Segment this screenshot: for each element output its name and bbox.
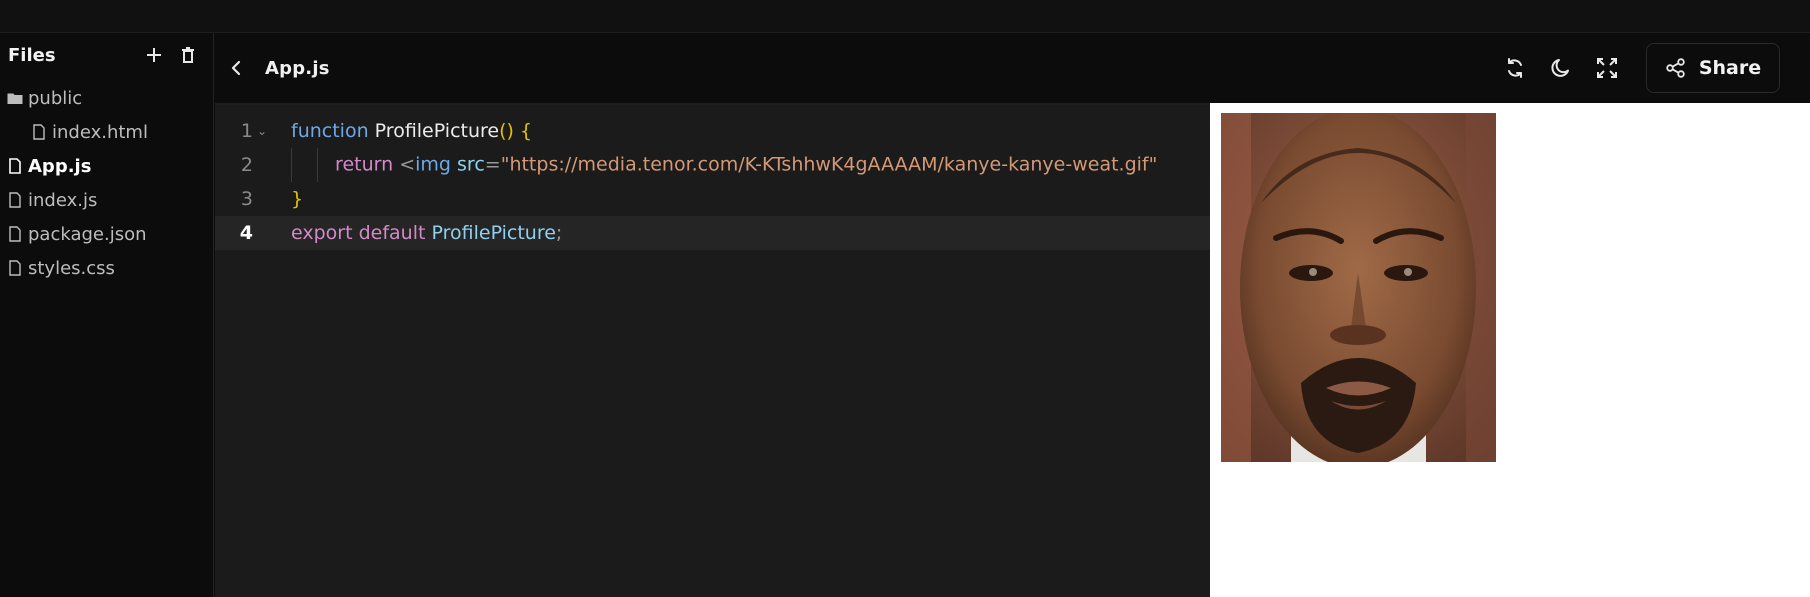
- share-icon: [1666, 58, 1685, 78]
- line-number: 2: [240, 154, 253, 176]
- tree-item-label: App.js: [28, 155, 92, 177]
- tree-item-label: index.html: [52, 121, 148, 143]
- file-icon: [6, 157, 24, 175]
- share-label: Share: [1698, 57, 1762, 79]
- share-button[interactable]: Share: [1646, 43, 1780, 93]
- fullscreen-icon[interactable]: [1590, 51, 1624, 85]
- jsx-tag: img: [415, 153, 451, 176]
- files-header: Files: [0, 33, 213, 77]
- chevron-left-icon[interactable]: [221, 53, 251, 83]
- keyword: function: [291, 120, 369, 142]
- jsx-attribute: src: [457, 153, 485, 176]
- code-text: }: [273, 188, 303, 210]
- files-title: Files: [8, 44, 56, 66]
- preview-pane: Share: [1210, 33, 1810, 597]
- code-line-2[interactable]: 2 return <img src="https://media.tenor.c…: [215, 148, 1210, 182]
- function-name: ProfilePicture: [374, 120, 500, 142]
- tree-item-label: package.json: [28, 223, 147, 245]
- keyword: export default: [291, 222, 426, 244]
- top-bar: [0, 0, 1810, 33]
- tree-item-index-html[interactable]: index.html: [0, 115, 213, 149]
- punctuation: <: [399, 153, 416, 176]
- string-literal: "https://media.tenor.com/K-KTshhwK4gAAAA…: [500, 153, 1158, 176]
- punctuation: ;: [555, 222, 563, 244]
- add-file-icon[interactable]: [137, 38, 171, 72]
- line-number: 1: [240, 120, 253, 142]
- refresh-icon[interactable]: [1498, 51, 1532, 85]
- file-icon: [6, 191, 24, 209]
- file-explorer-sidebar: Files public index.html App.js index.js …: [0, 33, 214, 597]
- file-tree: public index.html App.js index.js packag…: [0, 77, 213, 285]
- identifier: ProfilePicture: [431, 222, 556, 244]
- code-area[interactable]: 1 ⌄ function ProfilePicture() { 2 return…: [215, 105, 1210, 250]
- tree-item-label: index.js: [28, 189, 98, 211]
- line-number: 3: [240, 188, 253, 210]
- tree-item-public-folder[interactable]: public: [0, 81, 213, 115]
- indent-guide: [291, 148, 317, 182]
- tree-item-label: styles.css: [28, 257, 115, 279]
- active-file-tab[interactable]: App.js: [265, 58, 330, 79]
- file-icon: [6, 225, 24, 243]
- tree-item-index-js[interactable]: index.js: [0, 183, 213, 217]
- code-line-3[interactable]: 3 }: [215, 182, 1210, 216]
- tree-item-styles-css[interactable]: styles.css: [0, 251, 213, 285]
- keyword: return: [335, 153, 394, 176]
- folder-icon: [6, 89, 24, 107]
- profile-picture-image: [1221, 113, 1496, 462]
- code-line-1[interactable]: 1 ⌄ function ProfilePicture() {: [215, 114, 1210, 148]
- punctuation: =: [484, 153, 501, 176]
- tree-item-app-js[interactable]: App.js: [0, 149, 213, 183]
- code-line-4[interactable]: 4 export default ProfilePicture;: [215, 216, 1210, 250]
- punctuation: () {: [499, 120, 533, 142]
- preview-toolbar: Share: [1210, 33, 1810, 103]
- delete-file-icon[interactable]: [171, 38, 205, 72]
- chevron-down-icon[interactable]: ⌄: [253, 124, 273, 138]
- code-editor: App.js 1 ⌄ function ProfilePicture() { 2…: [215, 33, 1210, 597]
- file-icon: [30, 123, 48, 141]
- code-text: function ProfilePicture() {: [273, 120, 532, 142]
- tree-item-label: public: [28, 87, 83, 109]
- tree-item-package-json[interactable]: package.json: [0, 217, 213, 251]
- punctuation: }: [291, 188, 304, 210]
- code-text: return <img src="https://media.tenor.com…: [273, 148, 1157, 182]
- file-icon: [6, 259, 24, 277]
- code-text: export default ProfilePicture;: [273, 222, 562, 244]
- editor-tab-bar: App.js: [215, 33, 1210, 105]
- moon-icon[interactable]: [1544, 51, 1578, 85]
- indent-guide: [317, 148, 329, 182]
- line-number: 4: [239, 222, 253, 244]
